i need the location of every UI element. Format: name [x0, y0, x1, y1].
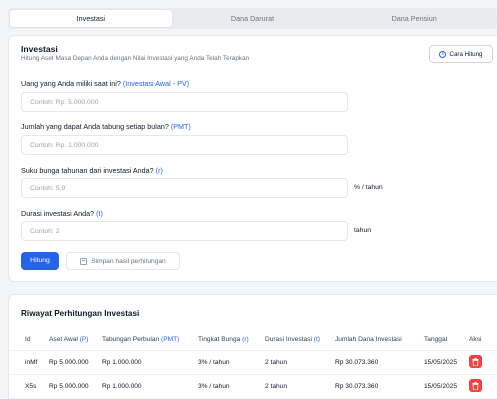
- tab-dana-pensiun[interactable]: Dana Pensiun: [333, 10, 495, 27]
- form-subtitle: Hitung Aset Masa Depan Anda dengan Nilai…: [21, 55, 250, 62]
- history-card: Riwayat Perhitungan Investasi Id Aset Aw…: [8, 294, 497, 399]
- col-date: Tanggal: [424, 336, 447, 343]
- page: Investasi Dana Darurat Dana Pensiun Inve…: [0, 0, 497, 399]
- col-monthly-label: Tabungan Perbulan: [102, 336, 160, 343]
- trash-icon: [472, 357, 479, 366]
- save-icon: [80, 257, 88, 265]
- table-row: X5s Rp 5.000.000 Rp 1.000.000 3% / tahun…: [9, 375, 497, 399]
- row-total: Rp 30.073.360: [335, 359, 379, 366]
- col-total: Jumlah Dana Investasi: [335, 336, 402, 343]
- history-table: Id Aset Awal (P) Tabungan Perbulan (PMT)…: [9, 329, 497, 399]
- row-date: 15/05/2025: [424, 383, 458, 390]
- duration-label: Durasi investasi Anda? (t): [21, 209, 103, 218]
- col-initial: Aset Awal (P): [49, 336, 88, 343]
- how-to-calculate-button[interactable]: i Cara Hitung: [429, 45, 493, 63]
- initial-investment-label-text: Uang yang Anda miliki saat ini?: [21, 79, 121, 88]
- tab-bar: Investasi Dana Darurat Dana Pensiun: [8, 8, 497, 29]
- interest-rate-suffix: % / tahun: [354, 184, 383, 191]
- col-initial-label: Aset Awal: [49, 336, 78, 343]
- interest-rate-label-text: Suku bunga tahunan dari investasi Anda?: [21, 166, 154, 175]
- row-duration: 2 tahun: [265, 383, 287, 390]
- trash-icon: [472, 381, 479, 390]
- initial-investment-hint: (Investasi Awal - PV): [122, 79, 190, 88]
- col-rate-label: Tingkat Bunga: [198, 336, 241, 343]
- row-rate: 3% / tahun: [198, 383, 230, 390]
- interest-rate-hint: (r): [155, 166, 163, 175]
- interest-rate-label: Suku bunga tahunan dari investasi Anda? …: [21, 166, 163, 175]
- col-duration-hint: (t): [313, 336, 320, 343]
- col-duration: Durasi Investasi (t): [265, 336, 320, 343]
- table-header: Id Aset Awal (P) Tabungan Perbulan (PMT)…: [9, 329, 497, 351]
- row-rate: 3% / tahun: [198, 359, 230, 366]
- col-action-label: Aksi: [469, 336, 482, 343]
- row-initial: Rp 5.000.000: [49, 359, 89, 366]
- save-result-label: Simpan hasil perhitungan: [91, 257, 166, 265]
- col-initial-hint: (P): [79, 336, 89, 343]
- row-id: X5s: [25, 383, 37, 390]
- how-to-calculate-label: Cara Hitung: [449, 50, 483, 58]
- duration-suffix: tahun: [354, 227, 372, 234]
- tab-dana-darurat[interactable]: Dana Darurat: [172, 10, 334, 27]
- duration-label-text: Durasi investasi Anda?: [21, 209, 95, 218]
- row-date: 15/05/2025: [424, 359, 458, 366]
- col-monthly-hint: (PMT): [161, 336, 180, 343]
- tab-investasi[interactable]: Investasi: [10, 10, 172, 27]
- col-duration-label: Durasi Investasi: [265, 336, 312, 343]
- save-result-button[interactable]: Simpan hasil perhitungan: [66, 252, 180, 270]
- monthly-saving-label: Jumlah yang dapat Anda tabung setiap bul…: [21, 122, 191, 131]
- col-monthly: Tabungan Perbulan (PMT): [102, 336, 179, 343]
- form-title: Investasi: [21, 44, 58, 54]
- delete-row-button[interactable]: [469, 355, 482, 368]
- investment-form-card: Investasi Hitung Aset Masa Depan Anda de…: [8, 35, 497, 282]
- initial-investment-label: Uang yang Anda miliki saat ini? (Investa…: [21, 79, 189, 88]
- info-icon: i: [439, 50, 447, 58]
- col-rate-hint: (r): [242, 336, 249, 343]
- col-action: Aksi: [469, 336, 481, 343]
- initial-investment-input[interactable]: [21, 92, 348, 112]
- duration-hint: (t): [96, 209, 103, 218]
- col-total-label: Jumlah Dana Investasi: [335, 336, 402, 343]
- monthly-saving-input[interactable]: [21, 135, 348, 155]
- col-id-label: Id: [25, 336, 31, 343]
- monthly-saving-hint: (PMT): [170, 122, 191, 131]
- col-rate: Tingkat Bunga (r): [198, 336, 249, 343]
- row-duration: 2 tahun: [265, 359, 287, 366]
- col-date-label: Tanggal: [424, 336, 448, 343]
- row-total: Rp 30.073.360: [335, 383, 379, 390]
- row-initial: Rp 5.000.000: [49, 383, 89, 390]
- table-row: inMf Rp 5.000.000 Rp 1.000.000 3% / tahu…: [9, 351, 497, 375]
- col-id: Id: [25, 336, 31, 343]
- history-title: Riwayat Perhitungan Investasi: [21, 309, 140, 318]
- calculate-button[interactable]: Hitung: [21, 252, 59, 270]
- row-id: inMf: [25, 359, 38, 366]
- row-monthly: Rp 1.000.000: [102, 383, 142, 390]
- duration-input[interactable]: [21, 221, 348, 241]
- monthly-saving-label-text: Jumlah yang dapat Anda tabung setiap bul…: [21, 122, 169, 131]
- delete-row-button[interactable]: [469, 379, 482, 392]
- interest-rate-input[interactable]: [21, 178, 348, 198]
- row-monthly: Rp 1.000.000: [102, 359, 142, 366]
